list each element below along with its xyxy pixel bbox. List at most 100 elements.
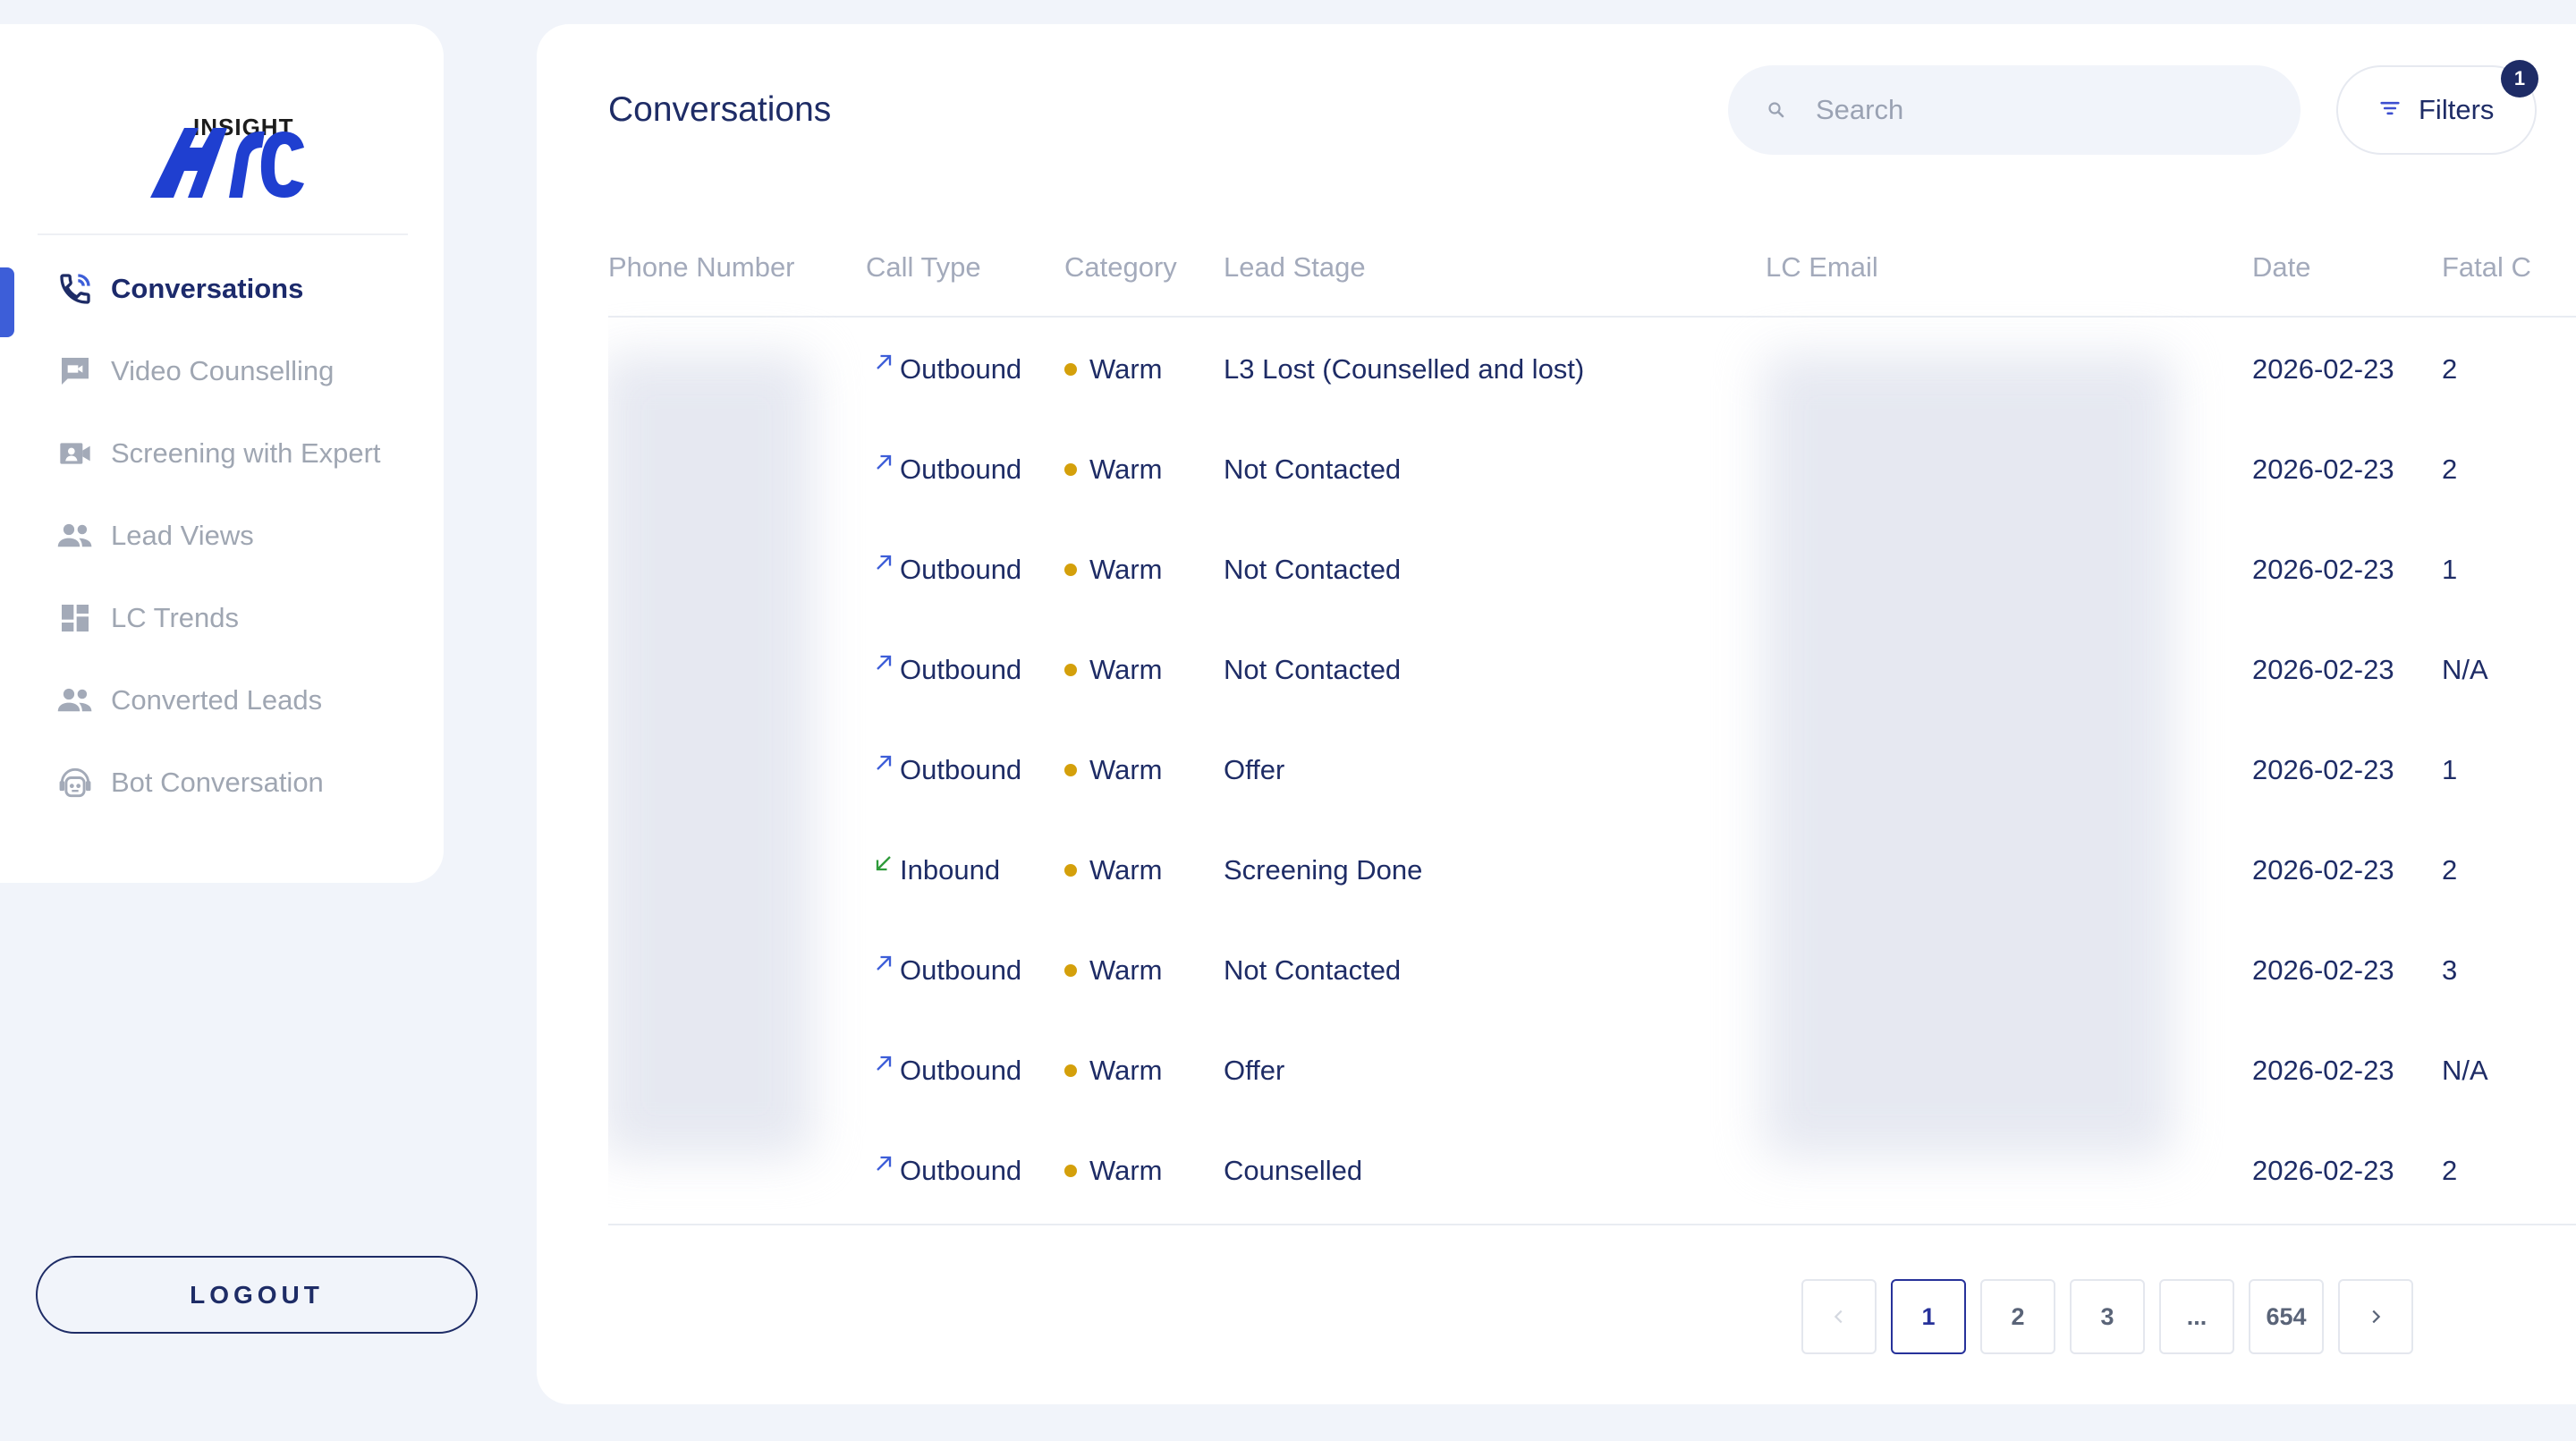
previous-page-button[interactable]: [1801, 1279, 1877, 1354]
table-row[interactable]: Outbound Warm Counselled 2026-02-23 2: [608, 1121, 2576, 1221]
column-header-phone-number[interactable]: Phone Number: [608, 251, 795, 284]
insight-arc-logo[interactable]: INSIGHT: [148, 92, 306, 208]
arc-logo-mark: [150, 128, 304, 198]
outbound-arrow-icon: [877, 755, 892, 770]
table-row[interactable]: Outbound Warm L3 Lost (Counselled and lost…: [608, 319, 2576, 420]
lead-stage-cell: Offer: [1224, 1055, 1285, 1086]
chat-bubble-icon: [55, 352, 95, 391]
table-row[interactable]: Outbound Warm Offer 2026-02-23 1: [608, 720, 2576, 820]
fatal-count-cell: 2: [2442, 453, 2458, 485]
sidebar: INSIGHT Conversations Video Counselling: [0, 24, 444, 883]
outbound-arrow-icon: [877, 655, 892, 670]
call-type-label: Outbound: [900, 754, 1022, 785]
filter-icon: [2377, 96, 2402, 125]
next-page-button[interactable]: [2338, 1279, 2413, 1354]
fatal-count-cell: 2: [2442, 854, 2458, 886]
sidebar-item-conversations[interactable]: Conversations: [0, 248, 444, 330]
page-ellipsis[interactable]: ...: [2159, 1279, 2234, 1354]
category-cell: Warm: [1064, 1121, 1163, 1221]
call-type-cell: Outbound: [871, 520, 1021, 620]
column-header-date[interactable]: Date: [2252, 251, 2310, 284]
main-panel: Conversations Filters 1 Phone Number Cal…: [537, 24, 2576, 1404]
category-cell: Warm: [1064, 520, 1163, 620]
table-row[interactable]: Outbound Warm Not Contacted 2026-02-23 N/A: [608, 620, 2576, 720]
warm-status-dot: [1064, 463, 1077, 476]
category-cell: Warm: [1064, 420, 1163, 520]
search-icon: [1766, 99, 1787, 121]
call-type-label: Outbound: [900, 353, 1022, 385]
category-label: Warm: [1089, 754, 1163, 785]
column-header-call-type[interactable]: Call Type: [866, 251, 981, 284]
chevron-left-icon: [1834, 1310, 1843, 1324]
call-type-label: Outbound: [900, 1055, 1022, 1086]
lead-stage-cell: Offer: [1224, 754, 1285, 785]
fatal-count-cell: 3: [2442, 954, 2458, 986]
call-type-cell: Outbound: [871, 319, 1021, 420]
call-type-cell: Outbound: [871, 920, 1021, 1021]
date-cell: 2026-02-23: [2252, 954, 2394, 986]
sidebar-item-bot-conversation[interactable]: Bot Conversation: [0, 742, 444, 824]
category-label: Warm: [1089, 1055, 1163, 1086]
sidebar-item-lc-trends[interactable]: LC Trends: [0, 577, 444, 659]
table-row[interactable]: Outbound Warm Not Contacted 2026-02-23 3: [608, 920, 2576, 1021]
page-button-last[interactable]: 654: [2249, 1279, 2324, 1354]
category-label: Warm: [1089, 554, 1163, 585]
category-cell: Warm: [1064, 920, 1163, 1021]
category-label: Warm: [1089, 1155, 1163, 1186]
page-button-2[interactable]: 2: [1980, 1279, 2055, 1354]
warm-status-dot: [1064, 564, 1077, 576]
call-type-label: Outbound: [900, 954, 1022, 986]
logout-button[interactable]: LOGOUT: [36, 1256, 478, 1334]
category-label: Warm: [1089, 654, 1163, 685]
category-cell: Warm: [1064, 1021, 1163, 1121]
call-type-cell: Outbound: [871, 1021, 1021, 1121]
page-button-1[interactable]: 1: [1891, 1279, 1966, 1354]
search-bar[interactable]: [1728, 65, 2301, 155]
sidebar-item-lead-views[interactable]: Lead Views: [0, 495, 444, 577]
call-type-label: Outbound: [900, 453, 1022, 485]
sidebar-divider: [38, 233, 408, 235]
table-row[interactable]: Outbound Warm Not Contacted 2026-02-23 1: [608, 520, 2576, 620]
sidebar-item-screening-with-expert[interactable]: Screening with Expert: [0, 412, 444, 495]
date-cell: 2026-02-23: [2252, 754, 2394, 785]
category-label: Warm: [1089, 453, 1163, 485]
bot-icon: [55, 763, 95, 802]
column-header-fatal[interactable]: Fatal C: [2442, 251, 2531, 284]
fatal-count-cell: 2: [2442, 1155, 2458, 1186]
call-type-label: Inbound: [900, 854, 1001, 886]
sidebar-item-label: LC Trends: [111, 602, 240, 633]
call-type-label: Outbound: [900, 554, 1022, 585]
chevron-right-icon: [2372, 1310, 2381, 1324]
fatal-count-cell: 1: [2442, 754, 2458, 785]
warm-status-dot: [1064, 864, 1077, 877]
outbound-arrow-icon: [877, 454, 892, 470]
sidebar-item-video-counselling[interactable]: Video Counselling: [0, 330, 444, 412]
lead-stage-cell: Not Contacted: [1224, 453, 1402, 485]
table-row[interactable]: Inbound Warm Screening Done 2026-02-23 2: [608, 820, 2576, 920]
fatal-count-cell: 1: [2442, 554, 2458, 585]
call-type-label: Outbound: [900, 1155, 1022, 1186]
page-button-3[interactable]: 3: [2070, 1279, 2145, 1354]
fatal-count-cell: N/A: [2442, 1055, 2488, 1086]
outbound-arrow-icon: [877, 1156, 892, 1171]
sidebar-item-converted-leads[interactable]: Converted Leads: [0, 659, 444, 742]
category-cell: Warm: [1064, 820, 1163, 920]
search-input[interactable]: [1816, 94, 2245, 126]
column-header-lc-email[interactable]: LC Email: [1766, 251, 1878, 284]
category-cell: Warm: [1064, 620, 1163, 720]
outbound-arrow-icon: [877, 354, 892, 369]
column-header-category[interactable]: Category: [1064, 251, 1177, 284]
call-type-label: Outbound: [900, 654, 1022, 685]
lead-stage-cell: Screening Done: [1224, 854, 1423, 886]
table-body: Outbound Warm L3 Lost (Counselled and lost…: [608, 319, 2576, 1221]
table-row[interactable]: Outbound Warm Not Contacted 2026-02-23 2: [608, 420, 2576, 520]
date-cell: 2026-02-23: [2252, 554, 2394, 585]
sidebar-item-label: Conversations: [111, 273, 304, 304]
warm-status-dot: [1064, 964, 1077, 977]
filters-button[interactable]: Filters 1: [2336, 60, 2538, 155]
column-header-lead-stage[interactable]: Lead Stage: [1224, 251, 1366, 284]
table-header: Phone Number Call Type Category Lead Sta…: [608, 219, 2576, 318]
table-row[interactable]: Outbound Warm Offer 2026-02-23 N/A: [608, 1021, 2576, 1121]
outbound-arrow-icon: [877, 955, 892, 971]
category-label: Warm: [1089, 854, 1163, 886]
